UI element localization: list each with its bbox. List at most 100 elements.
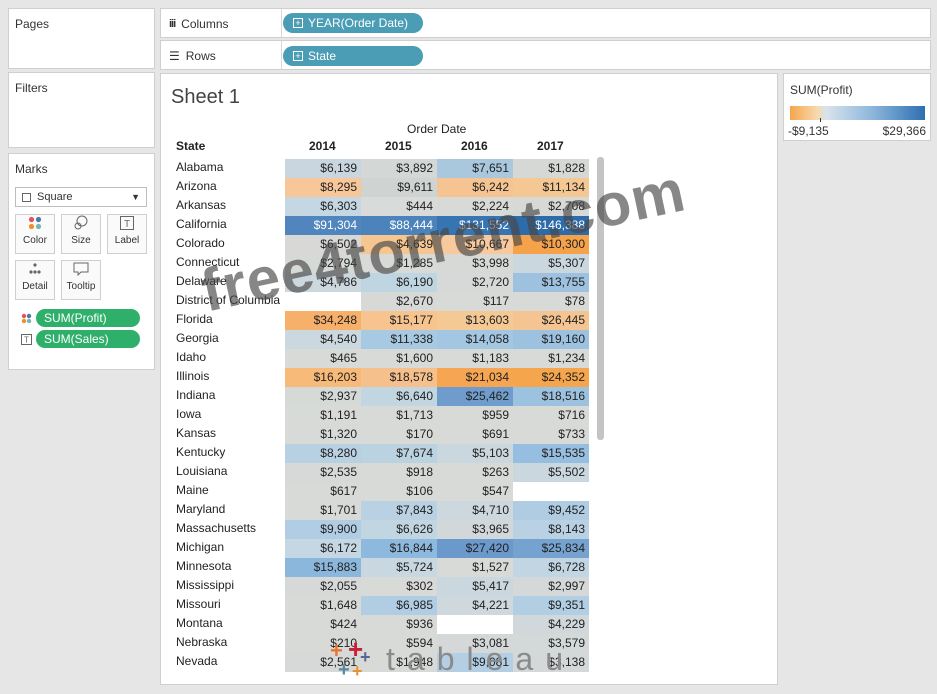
- table-cell[interactable]: $4,221: [437, 596, 513, 615]
- state-row-label[interactable]: Idaho: [176, 350, 206, 364]
- table-cell[interactable]: $1,828: [513, 159, 589, 178]
- table-cell[interactable]: $14,058: [437, 330, 513, 349]
- table-cell[interactable]: $959: [437, 406, 513, 425]
- table-cell[interactable]: $4,540: [285, 330, 361, 349]
- sum-sales-pill[interactable]: SUM(Sales): [36, 330, 140, 348]
- table-cell[interactable]: $6,172: [285, 539, 361, 558]
- table-cell[interactable]: $78: [513, 292, 589, 311]
- mark-type-dropdown[interactable]: Square ▼: [15, 187, 147, 207]
- state-row-label[interactable]: Alabama: [176, 160, 223, 174]
- table-cell[interactable]: $26,445: [513, 311, 589, 330]
- table-cell[interactable]: $11,134: [513, 178, 589, 197]
- table-cell[interactable]: $424: [285, 615, 361, 634]
- table-cell[interactable]: $18,578: [361, 368, 437, 387]
- table-cell[interactable]: $10,300: [513, 235, 589, 254]
- table-cell[interactable]: $3,965: [437, 520, 513, 539]
- table-cell[interactable]: $465: [285, 349, 361, 368]
- table-cell[interactable]: $547: [437, 482, 513, 501]
- table-cell[interactable]: $1,234: [513, 349, 589, 368]
- expand-icon[interactable]: +: [293, 18, 303, 28]
- table-cell[interactable]: $1,285: [361, 254, 437, 273]
- table-cell[interactable]: $9,351: [513, 596, 589, 615]
- table-cell[interactable]: $25,834: [513, 539, 589, 558]
- table-cell[interactable]: $1,713: [361, 406, 437, 425]
- state-pill[interactable]: + State: [283, 46, 423, 66]
- table-cell[interactable]: $9,611: [361, 178, 437, 197]
- table-cell[interactable]: $91,304: [285, 216, 361, 235]
- table-cell[interactable]: $88,444: [361, 216, 437, 235]
- table-cell[interactable]: $3,998: [437, 254, 513, 273]
- table-cell[interactable]: $106: [361, 482, 437, 501]
- table-cell[interactable]: $3,892: [361, 159, 437, 178]
- table-cell[interactable]: $21,034: [437, 368, 513, 387]
- size-button[interactable]: Size: [61, 214, 101, 254]
- table-cell[interactable]: $4,639: [361, 235, 437, 254]
- table-cell[interactable]: $6,139: [285, 159, 361, 178]
- state-row-label[interactable]: Mississippi: [176, 578, 234, 592]
- year-header[interactable]: 2014: [309, 139, 336, 153]
- table-cell[interactable]: $6,190: [361, 273, 437, 292]
- state-row-label[interactable]: California: [176, 217, 227, 231]
- state-row-label[interactable]: Maine: [176, 483, 209, 497]
- table-cell[interactable]: $25,462: [437, 387, 513, 406]
- table-cell[interactable]: $13,755: [513, 273, 589, 292]
- table-cell[interactable]: $2,535: [285, 463, 361, 482]
- tooltip-button[interactable]: Tooltip: [61, 260, 101, 300]
- table-cell[interactable]: $2,708: [513, 197, 589, 216]
- vertical-scrollbar[interactable]: [597, 157, 604, 440]
- table-cell[interactable]: $9,452: [513, 501, 589, 520]
- state-row-label[interactable]: Connecticut: [176, 255, 239, 269]
- label-button[interactable]: T Label: [107, 214, 147, 254]
- expand-icon[interactable]: +: [293, 51, 303, 61]
- state-row-label[interactable]: Minnesota: [176, 559, 231, 573]
- state-row-label[interactable]: Indiana: [176, 388, 215, 402]
- table-cell[interactable]: $7,674: [361, 444, 437, 463]
- table-cell[interactable]: $6,985: [361, 596, 437, 615]
- table-cell[interactable]: $11,338: [361, 330, 437, 349]
- table-cell[interactable]: $444: [361, 197, 437, 216]
- table-cell[interactable]: $5,502: [513, 463, 589, 482]
- state-row-label[interactable]: Louisiana: [176, 464, 227, 478]
- table-cell[interactable]: $302: [361, 577, 437, 596]
- table-cell[interactable]: $15,535: [513, 444, 589, 463]
- table-cell[interactable]: $34,248: [285, 311, 361, 330]
- table-cell[interactable]: $16,844: [361, 539, 437, 558]
- table-cell[interactable]: $2,670: [361, 292, 437, 311]
- table-cell[interactable]: $6,242: [437, 178, 513, 197]
- table-cell[interactable]: $10,667: [437, 235, 513, 254]
- color-button[interactable]: Color: [15, 214, 55, 254]
- detail-button[interactable]: Detail: [15, 260, 55, 300]
- table-cell[interactable]: $27,420: [437, 539, 513, 558]
- table-cell[interactable]: $5,103: [437, 444, 513, 463]
- table-cell[interactable]: $936: [361, 615, 437, 634]
- table-cell[interactable]: $4,786: [285, 273, 361, 292]
- table-cell[interactable]: $1,527: [437, 558, 513, 577]
- table-cell[interactable]: $5,724: [361, 558, 437, 577]
- table-cell[interactable]: [285, 292, 361, 311]
- state-row-label[interactable]: Delaware: [176, 274, 227, 288]
- state-row-label[interactable]: Kansas: [176, 426, 216, 440]
- table-cell[interactable]: $918: [361, 463, 437, 482]
- columns-shelf[interactable]: iii Columns + YEAR(Order Date): [160, 8, 931, 38]
- table-cell[interactable]: $733: [513, 425, 589, 444]
- table-cell[interactable]: $716: [513, 406, 589, 425]
- table-cell[interactable]: $8,295: [285, 178, 361, 197]
- state-row-label[interactable]: Arkansas: [176, 198, 226, 212]
- state-row-label[interactable]: Georgia: [176, 331, 219, 345]
- table-cell[interactable]: $2,997: [513, 577, 589, 596]
- state-row-label[interactable]: Michigan: [176, 540, 224, 554]
- state-row-label[interactable]: Iowa: [176, 407, 201, 421]
- state-row-label[interactable]: Nevada: [176, 654, 217, 668]
- table-cell[interactable]: $9,900: [285, 520, 361, 539]
- state-row-label[interactable]: Arizona: [176, 179, 217, 193]
- table-cell[interactable]: $19,160: [513, 330, 589, 349]
- state-row-label[interactable]: Nebraska: [176, 635, 227, 649]
- state-row-label[interactable]: Montana: [176, 616, 223, 630]
- table-cell[interactable]: $2,055: [285, 577, 361, 596]
- state-row-label[interactable]: Missouri: [176, 597, 221, 611]
- table-cell[interactable]: $263: [437, 463, 513, 482]
- table-cell[interactable]: $15,883: [285, 558, 361, 577]
- year-header[interactable]: 2016: [461, 139, 488, 153]
- table-cell[interactable]: $6,626: [361, 520, 437, 539]
- table-cell[interactable]: $1,648: [285, 596, 361, 615]
